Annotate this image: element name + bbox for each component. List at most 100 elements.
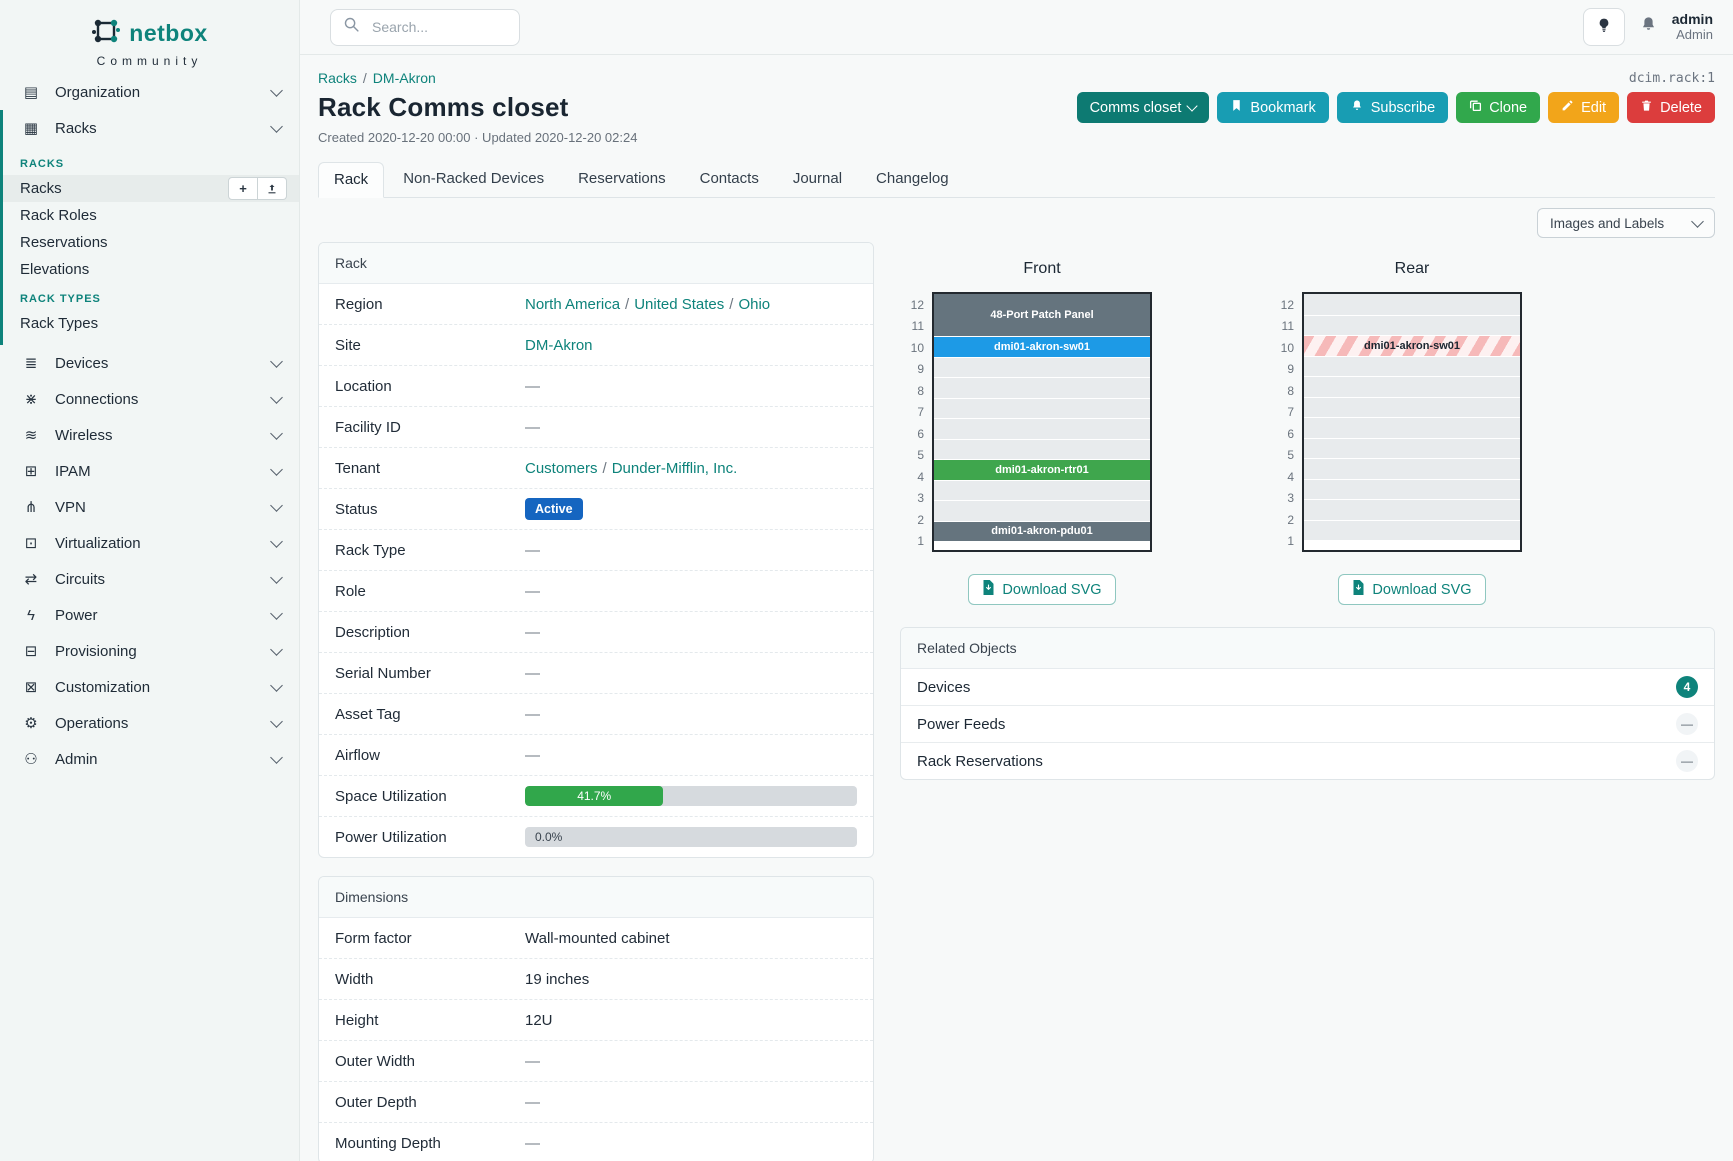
tab-reservations[interactable]: Reservations [563, 162, 681, 198]
related-count-badge: 4 [1676, 676, 1698, 698]
search-input[interactable] [370, 18, 494, 36]
rack-device[interactable]: dmi01-akron-sw01 [1304, 335, 1520, 356]
sidebar-item-operations[interactable]: ⚙Operations [0, 705, 299, 741]
devices-icon: ≣ [20, 354, 42, 372]
unit-number: 4 [1270, 466, 1294, 488]
file-download-icon [982, 580, 995, 599]
breadcrumb-link-racks[interactable]: Racks [318, 70, 357, 86]
rack-device[interactable]: dmi01-akron-sw01 [934, 336, 1150, 357]
context-dropdown-button[interactable]: Comms closet [1077, 92, 1210, 123]
unit-numbers: 121110987654321 [1270, 292, 1294, 552]
sidebar-item-elevations[interactable]: Elevations [3, 256, 299, 283]
rack-device[interactable]: dmi01-akron-rtr01 [934, 459, 1150, 480]
rack-slot [1304, 356, 1520, 377]
link-united-states[interactable]: United States [634, 296, 724, 313]
sidebar-item-devices[interactable]: ≣Devices [0, 345, 299, 381]
chevron-down-icon [270, 607, 283, 620]
unit-numbers: 121110987654321 [900, 292, 924, 552]
link-dunder-mifflin-inc[interactable]: Dunder-Mifflin, Inc. [612, 460, 738, 477]
tab-journal[interactable]: Journal [778, 162, 857, 198]
related-objects-panel: Related Objects Devices4Power Feeds—Rack… [900, 627, 1715, 780]
elevation-view-select[interactable]: Images and Labels [1537, 208, 1715, 238]
related-row-power-feeds[interactable]: Power Feeds— [901, 706, 1714, 743]
link-dm-akron[interactable]: DM-Akron [525, 337, 593, 354]
global-search[interactable] [330, 9, 520, 46]
sidebar-item-label: Reservations [20, 234, 287, 251]
row-label: Description [335, 624, 525, 641]
sidebar-item-label: Circuits [55, 571, 272, 588]
sidebar-item-reservations[interactable]: Reservations [3, 229, 299, 256]
sidebar-item-racks[interactable]: Racks+ [3, 175, 299, 202]
dimensions-panel: Dimensions Form factorWall-mounted cabin… [318, 876, 874, 1161]
brand-name: netbox [129, 20, 207, 47]
delete-button[interactable]: Delete [1627, 92, 1715, 123]
unit-number: 2 [1270, 509, 1294, 531]
tab-changelog[interactable]: Changelog [861, 162, 964, 198]
add-button[interactable]: + [228, 177, 258, 200]
tab-rack[interactable]: Rack [318, 162, 384, 198]
sidebar-item-circuits[interactable]: ⇄ Circuits [0, 561, 299, 597]
link-north-america[interactable]: North America [525, 296, 620, 313]
bookmark-button[interactable]: Bookmark [1217, 92, 1328, 123]
sidebar-item-racks[interactable]: ▦Racks [0, 110, 299, 146]
empty-value: — [525, 706, 540, 723]
link-ohio[interactable]: Ohio [738, 296, 770, 313]
detail-row: Height12U [319, 1000, 873, 1041]
row-label: Outer Width [335, 1053, 525, 1070]
bookmark-icon [1230, 99, 1243, 116]
sidebar-item-rack-roles[interactable]: Rack Roles [3, 202, 299, 229]
download-svg-label: Download SVG [1002, 582, 1101, 598]
rack-elevations: Front12111098765432148-Port Patch Paneld… [900, 220, 1715, 605]
row-value: 19 inches [525, 971, 857, 988]
sidebar-item-wireless[interactable]: ≋Wireless [0, 417, 299, 453]
breadcrumb-link-site[interactable]: DM-Akron [373, 70, 436, 86]
sidebar-item-customization[interactable]: ⊠Customization [0, 669, 299, 705]
user-menu[interactable]: admin Admin [1672, 11, 1713, 42]
edit-button[interactable]: Edit [1548, 92, 1619, 123]
notifications-button[interactable] [1639, 15, 1658, 39]
download-svg-button[interactable]: Download SVG [968, 574, 1115, 605]
tab-contacts[interactable]: Contacts [685, 162, 774, 198]
row-label: Width [335, 971, 525, 988]
link-customers[interactable]: Customers [525, 460, 598, 477]
sidebar-item-provisioning[interactable]: ⊟Provisioning [0, 633, 299, 669]
theme-toggle-button[interactable] [1583, 8, 1625, 46]
related-row-devices[interactable]: Devices4 [901, 669, 1714, 706]
sidebar-item-power[interactable]: ϟPower [0, 597, 299, 633]
sidebar-item-rack-types[interactable]: Rack Types [3, 310, 299, 337]
sidebar-menu: ▤Organization▦RacksRACKSRacks+Rack Roles… [0, 74, 299, 777]
detail-row: Form factorWall-mounted cabinet [319, 918, 873, 959]
rack-device[interactable]: 48-Port Patch Panel [934, 294, 1150, 336]
download-svg-button[interactable]: Download SVG [1338, 574, 1485, 605]
clone-icon [1469, 99, 1482, 116]
sidebar-item-organization[interactable]: ▤Organization [0, 74, 299, 110]
detail-row: RegionNorth America/United States/Ohio [319, 284, 873, 325]
tab-non-racked-devices[interactable]: Non-Racked Devices [388, 162, 559, 198]
clone-button[interactable]: Clone [1456, 92, 1540, 123]
rack-slot [934, 398, 1150, 419]
sidebar-item-virtualization[interactable]: ⊡Virtualization [0, 525, 299, 561]
circuits-icon: ⇄ [20, 570, 42, 588]
row-label: Form factor [335, 930, 525, 947]
sidebar-item-ipam[interactable]: ⊞IPAM [0, 453, 299, 489]
sidebar-item-label: Racks [20, 180, 228, 197]
rack-elevation-rear: Rear121110987654321dmi01-akron-sw01Downl… [1270, 260, 1522, 605]
chevron-down-icon [270, 84, 283, 97]
sidebar-item-vpn[interactable]: ⋔VPN [0, 489, 299, 525]
sidebar-item-connections[interactable]: ⋇Connections [0, 381, 299, 417]
related-row-rack-reservations[interactable]: Rack Reservations— [901, 743, 1714, 779]
link-separator: / [603, 460, 607, 477]
sidebar-item-admin[interactable]: ⚇Admin [0, 741, 299, 777]
rack-device[interactable]: dmi01-akron-pdu01 [934, 521, 1150, 542]
import-button[interactable] [258, 177, 287, 200]
empty-value: — [525, 1135, 540, 1152]
row-value: — [525, 1135, 857, 1152]
unit-number: 6 [900, 423, 924, 445]
subscribe-button[interactable]: Subscribe [1337, 92, 1448, 123]
unit-number: 12 [900, 294, 924, 316]
sidebar-racks-group: RACKSRacks+Rack RolesReservationsElevati… [0, 146, 299, 345]
rack-slot [934, 480, 1150, 501]
row-label: Height [335, 1012, 525, 1029]
detail-row: TenantCustomers/Dunder-Mifflin, Inc. [319, 448, 873, 489]
detail-row: SiteDM-Akron [319, 325, 873, 366]
